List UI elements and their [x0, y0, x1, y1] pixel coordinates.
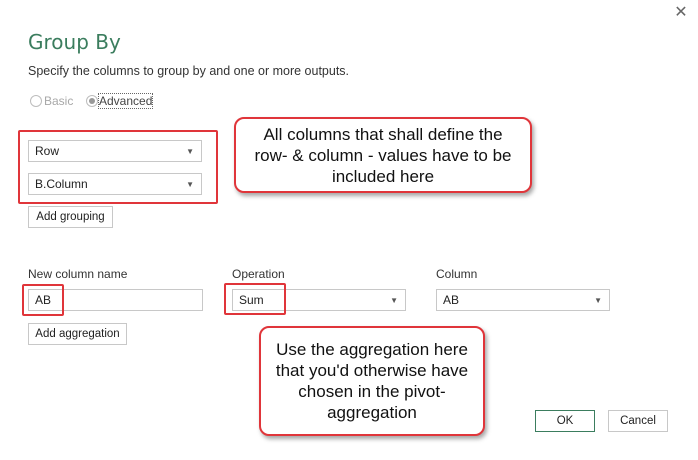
dialog-title: Group By: [28, 30, 121, 54]
radio-basic[interactable]: Basic: [28, 94, 88, 108]
new-column-name-label: New column name: [28, 267, 128, 281]
dialog-description: Specify the columns to group by and one …: [28, 64, 350, 78]
aggregation-callout-text: Use the aggregation here that you'd othe…: [275, 340, 469, 422]
column-label: Column: [436, 267, 478, 281]
column-select[interactable]: AB ▼: [436, 289, 610, 311]
radio-advanced-circle: [86, 95, 98, 107]
radio-basic-label: Basic: [44, 94, 74, 108]
aggregation-callout: Use the aggregation here that you'd othe…: [259, 326, 485, 436]
add-aggregation-button[interactable]: Add aggregation: [28, 323, 127, 345]
grouping-highlight-box: [18, 130, 218, 204]
operation-label: Operation: [232, 267, 285, 281]
grouping-callout-text: All columns that shall define the row- &…: [254, 124, 512, 186]
close-icon[interactable]: ✕: [672, 4, 690, 22]
radio-advanced-label: Advanced: [97, 93, 154, 109]
radio-basic-circle: [30, 95, 42, 107]
grouping-callout: All columns that shall define the row- &…: [234, 117, 532, 193]
cancel-button[interactable]: Cancel: [608, 410, 668, 432]
operation-highlight-box: [224, 283, 286, 315]
new-column-highlight-box: [22, 284, 64, 316]
ok-button[interactable]: OK: [535, 410, 595, 432]
chevron-down-icon: ▼: [390, 296, 398, 305]
column-value: AB: [443, 293, 460, 307]
add-grouping-button[interactable]: Add grouping: [28, 206, 113, 228]
radio-advanced[interactable]: Advanced: [86, 93, 158, 109]
chevron-down-icon: ▼: [594, 296, 602, 305]
